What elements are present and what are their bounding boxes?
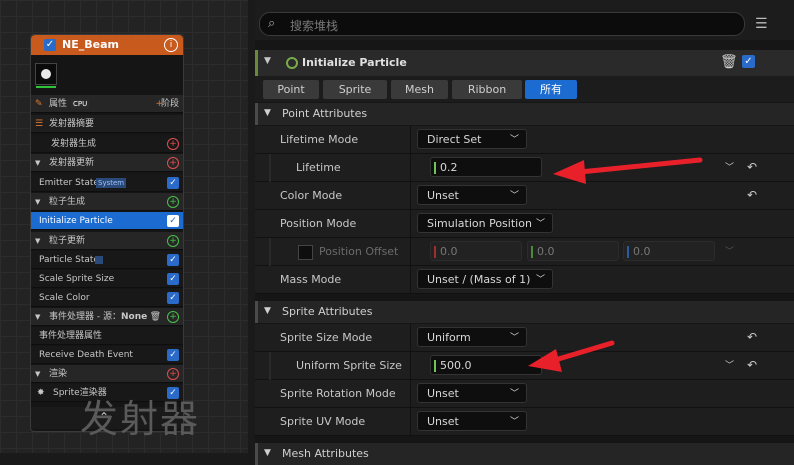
annotation-arrows: [528, 157, 703, 372]
arrow-to-uniform-size: [528, 340, 615, 372]
arrow-to-lifetime: [553, 157, 703, 184]
